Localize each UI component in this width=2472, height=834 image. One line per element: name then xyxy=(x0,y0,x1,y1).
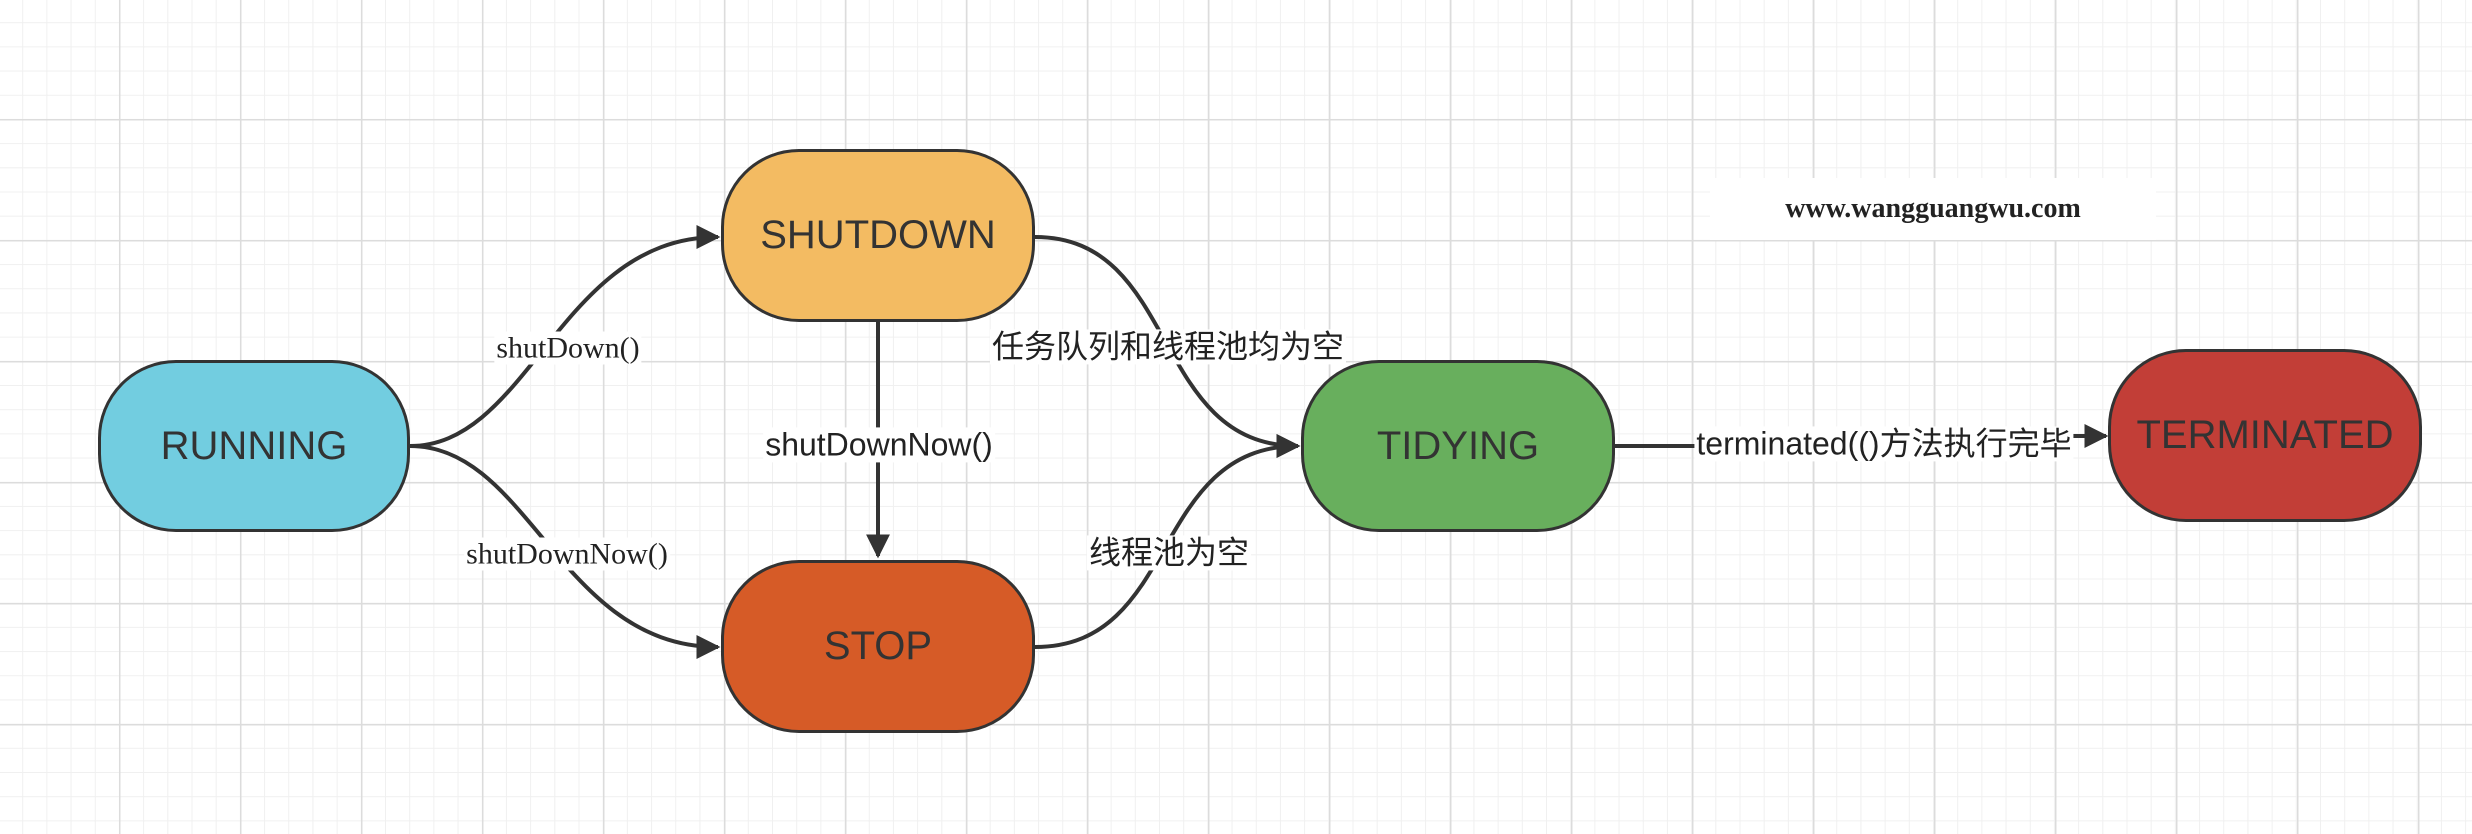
state-running: RUNNING xyxy=(98,360,410,532)
state-terminated: TERMINATED xyxy=(2108,349,2422,522)
edge-label-terminated-method-done: terminated(()方法执行完毕 xyxy=(1694,425,2074,462)
edge-label-pool-empty: 线程池为空 xyxy=(1086,533,1252,572)
state-tidying: TIDYING xyxy=(1301,360,1615,532)
watermark-text: www.wangguangwu.com xyxy=(1710,178,2156,240)
edge-label-shutdownnow-from-shutdown: shutDownNow() xyxy=(763,426,995,463)
edge-label-shutdown: shutDown() xyxy=(494,331,642,365)
edge-label-shutdownnow-to-stop: shutDownNow() xyxy=(464,537,670,571)
state-shutdown: SHUTDOWN xyxy=(721,149,1035,322)
state-stop: STOP xyxy=(721,560,1035,733)
edge-label-queue-and-pool-empty: 任务队列和线程池均为空 xyxy=(989,327,1347,366)
